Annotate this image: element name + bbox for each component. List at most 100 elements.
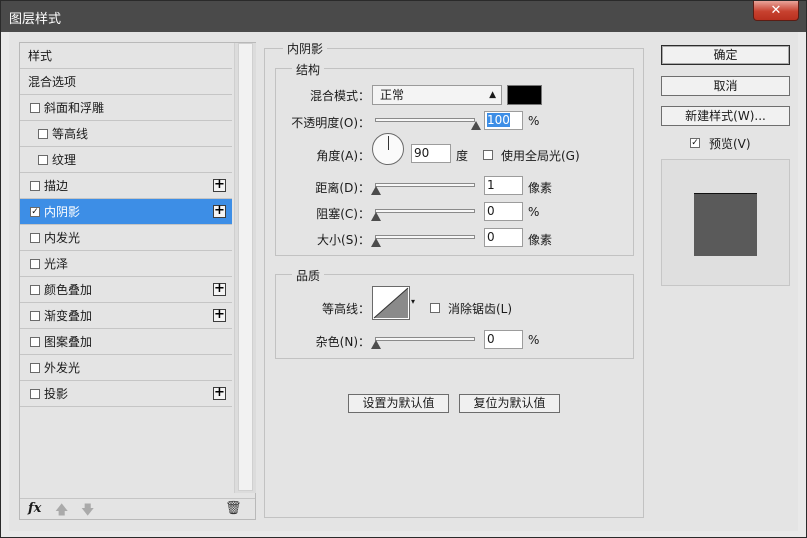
effect-checkbox[interactable]: [38, 155, 48, 165]
contour-picker[interactable]: [372, 286, 410, 320]
distance-input[interactable]: 1: [484, 176, 523, 195]
fx-icon[interactable]: fx: [28, 501, 41, 516]
size-label: 大小(S)：: [317, 233, 370, 247]
cancel-button[interactable]: 取消: [661, 76, 790, 96]
choke-input[interactable]: 0: [484, 202, 523, 221]
opacity-input[interactable]: 100: [484, 111, 523, 130]
global-light-checkbox[interactable]: [483, 150, 493, 160]
effect-label: 样式: [28, 49, 53, 63]
distance-unit: 像素: [528, 181, 553, 195]
list-scrollbar[interactable]: [234, 43, 256, 493]
set-default-button[interactable]: 设置为默认值: [348, 394, 449, 413]
effect-row[interactable]: ✓ 内阴影 +: [20, 199, 232, 225]
blend-mode-value: 正常: [380, 88, 405, 102]
angle-input[interactable]: 90: [411, 144, 451, 163]
quality-title: 品质: [292, 267, 325, 284]
opacity-value: 100: [487, 113, 510, 127]
effect-row[interactable]: 斜面和浮雕: [20, 95, 232, 121]
add-effect-icon[interactable]: +: [213, 282, 226, 296]
effect-row[interactable]: 等高线: [20, 121, 232, 147]
linear-contour-icon: [373, 287, 409, 319]
effect-row[interactable]: 渐变叠加 +: [20, 303, 232, 329]
effect-label: 图案叠加: [44, 335, 93, 349]
preview-swatch: [694, 193, 757, 256]
size-value: 0: [487, 230, 495, 244]
dialog-content: 样式混合选项 斜面和浮雕 等高线纹理描边 + ✓ 内阴影 + 内发光光泽 颜色叠加 + 渐变叠加 + 图…: [9, 32, 798, 531]
choke-unit: %: [528, 205, 540, 219]
blend-mode-label: 混合模式：: [309, 89, 370, 103]
quality-group: 品质 等高线： ▾ 消除锯齿(L) 杂色(N)： 0 %: [275, 267, 634, 359]
effect-row[interactable]: 颜色叠加 +: [20, 277, 232, 303]
effect-row[interactable]: 内发光: [20, 225, 232, 251]
effect-row[interactable]: 纹理: [20, 147, 232, 173]
size-slider-thumb[interactable]: [371, 238, 381, 247]
effect-checkbox[interactable]: [30, 337, 40, 347]
inner-shadow-panel: 内阴影 结构 混合模式： 正常 ▲ 不透明度(O)： 100 % 角度(A)：: [264, 40, 644, 520]
trash-icon[interactable]: 🗑: [225, 501, 242, 516]
add-effect-icon[interactable]: +: [213, 386, 226, 400]
add-effect-icon[interactable]: +: [213, 204, 226, 218]
add-effect-icon[interactable]: +: [213, 178, 226, 192]
effect-row[interactable]: 图案叠加: [20, 329, 232, 355]
effect-checkbox[interactable]: [30, 311, 40, 321]
new-style-button[interactable]: 新建样式(W)...: [661, 106, 790, 126]
effect-label: 内阴影: [44, 205, 81, 219]
inner-shadow-group: 内阴影 结构 混合模式： 正常 ▲ 不透明度(O)： 100 % 角度(A)：: [264, 40, 644, 518]
size-input[interactable]: 0: [484, 228, 523, 247]
effect-checkbox[interactable]: [30, 389, 40, 399]
effect-row[interactable]: 投影 +: [20, 381, 232, 407]
effect-label: 纹理: [52, 153, 77, 167]
effect-row[interactable]: 描边 +: [20, 173, 232, 199]
angle-dial[interactable]: [372, 133, 404, 165]
noise-slider-thumb[interactable]: [371, 340, 381, 349]
add-effect-icon[interactable]: +: [213, 308, 226, 322]
structure-group: 结构 混合模式： 正常 ▲ 不透明度(O)： 100 % 角度(A)： 90 度…: [275, 61, 634, 256]
choke-slider-thumb[interactable]: [371, 212, 381, 221]
noise-unit: %: [528, 333, 540, 347]
effect-row[interactable]: 样式: [20, 43, 232, 69]
size-slider[interactable]: [375, 235, 475, 239]
effect-checkbox[interactable]: [30, 259, 40, 269]
preview-checkbox[interactable]: ✓: [690, 138, 700, 148]
distance-slider-thumb[interactable]: [371, 186, 381, 195]
preview-box: [661, 159, 790, 286]
reset-default-button[interactable]: 复位为默认值: [459, 394, 560, 413]
effect-checkbox[interactable]: ✓: [30, 207, 40, 217]
effect-row[interactable]: 混合选项: [20, 69, 232, 95]
noise-input[interactable]: 0: [484, 330, 523, 349]
effect-checkbox[interactable]: [30, 285, 40, 295]
size-unit: 像素: [528, 233, 553, 247]
angle-label: 角度(A)：: [316, 149, 370, 163]
opacity-unit: %: [528, 114, 540, 128]
effect-checkbox[interactable]: [30, 363, 40, 373]
choke-slider[interactable]: [375, 209, 475, 213]
angle-dial-needle: [388, 136, 389, 150]
layer-style-dialog: 图层样式 ✕ 样式 混合选项 斜面和浮雕 等高线 纹理 描边 + ✓ 内阴影 + 内发光 光泽 颜色叠加…: [0, 0, 807, 538]
close-button[interactable]: ✕: [753, 1, 799, 21]
effect-row[interactable]: 光泽: [20, 251, 232, 277]
angle-unit: 度: [456, 149, 469, 163]
move-up-icon[interactable]: 🡅: [55, 501, 68, 523]
distance-slider[interactable]: [375, 183, 475, 187]
opacity-label: 不透明度(O)：: [291, 116, 370, 130]
list-scrollbar-thumb[interactable]: [238, 43, 253, 491]
effect-row[interactable]: 外发光: [20, 355, 232, 381]
effect-checkbox[interactable]: [38, 129, 48, 139]
move-down-icon[interactable]: 🡇: [81, 501, 94, 523]
effect-label: 内发光: [44, 231, 81, 245]
effects-list-panel: 样式混合选项 斜面和浮雕 等高线纹理描边 + ✓ 内阴影 + 内发光光泽 颜色叠加 + 渐变叠加 + 图…: [19, 42, 256, 520]
contour-dropdown-icon[interactable]: ▾: [411, 297, 415, 306]
effect-checkbox[interactable]: [30, 103, 40, 113]
noise-slider[interactable]: [375, 337, 475, 341]
distance-value: 1: [487, 178, 495, 192]
opacity-slider-thumb[interactable]: [471, 121, 481, 130]
angle-value: 90: [414, 146, 430, 160]
antialias-checkbox[interactable]: [430, 303, 440, 313]
shadow-color-swatch[interactable]: [507, 85, 542, 105]
opacity-slider[interactable]: [375, 118, 475, 122]
ok-button[interactable]: 确定: [661, 45, 790, 65]
blend-mode-select[interactable]: 正常 ▲: [372, 85, 502, 105]
effect-checkbox[interactable]: [30, 233, 40, 243]
noise-label: 杂色(N)：: [315, 335, 370, 349]
effect-checkbox[interactable]: [30, 181, 40, 191]
